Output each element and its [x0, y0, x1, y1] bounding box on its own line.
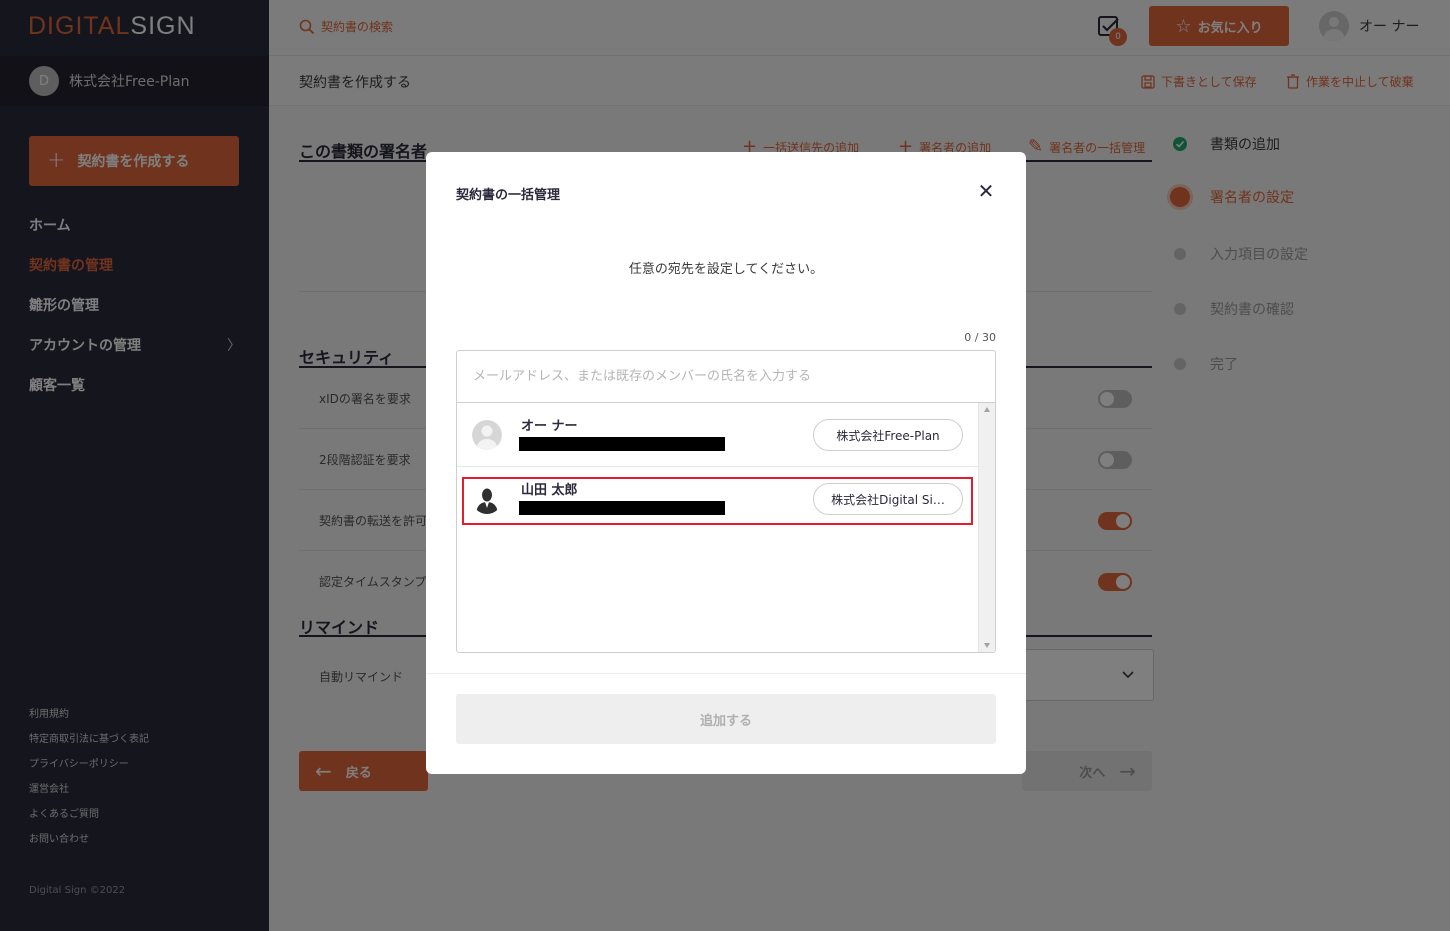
close-icon[interactable]: ✕ — [975, 179, 997, 203]
modal-title: 契約書の一括管理 — [456, 188, 561, 203]
member-suggestion-list: オー ナー 株式会社Free-Plan 山田 太郎 株式会社Digital Si… — [456, 402, 996, 653]
selection-highlight — [462, 477, 973, 525]
add-button[interactable]: 追加する — [456, 694, 996, 744]
member-name: オー ナー — [521, 419, 578, 434]
avatar — [472, 420, 502, 450]
scroll-down-icon[interactable] — [984, 643, 990, 648]
modal-divider — [426, 673, 1026, 674]
redacted-email — [519, 437, 725, 451]
scroll-up-icon[interactable] — [984, 407, 990, 412]
member-company-chip: 株式会社Free-Plan — [813, 419, 963, 451]
list-item[interactable]: オー ナー 株式会社Free-Plan — [457, 403, 979, 467]
recipient-counter: 0 / 30 — [964, 331, 996, 344]
bulk-manage-modal: 契約書の一括管理 ✕ 任意の宛先を設定してください。 0 / 30 オー ナー … — [426, 152, 1026, 774]
modal-description: 任意の宛先を設定してください。 — [628, 262, 824, 277]
recipient-search-input[interactable] — [456, 350, 996, 402]
list-scrollbar[interactable] — [978, 403, 995, 652]
